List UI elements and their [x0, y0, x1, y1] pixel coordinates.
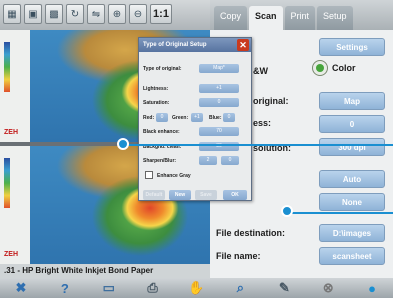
red-field[interactable]: 0	[156, 113, 168, 122]
color-scale	[4, 42, 10, 92]
color-label: Color	[332, 63, 356, 73]
enhance-gray-label: Enhance Gray	[157, 173, 191, 179]
enhance-gray-checkbox[interactable]	[145, 171, 153, 179]
logo-text: ZEH	[4, 129, 18, 136]
red-label: Red:	[143, 115, 155, 121]
new-button[interactable]: New	[169, 190, 191, 200]
touch-guide-line	[124, 144, 393, 146]
blue-field[interactable]: 0	[223, 113, 235, 122]
touch-point	[117, 138, 129, 150]
color-option[interactable]: Color	[312, 60, 356, 76]
green-field[interactable]: +1	[191, 113, 203, 122]
sharpen-blur-label: Sharpen/Blur:	[143, 158, 177, 164]
tab-setup[interactable]: Setup	[317, 6, 353, 30]
edit-icon[interactable]: ✎	[267, 279, 301, 297]
ess-value-button[interactable]: 0	[319, 115, 385, 133]
dialog-title-bar: Type of Original Setup ✕	[139, 38, 251, 52]
original-label: original:	[253, 96, 289, 106]
color-scale	[4, 158, 10, 208]
play-icon[interactable]: ●	[355, 279, 389, 297]
ess-label: ess:	[253, 118, 272, 128]
rotate-icon[interactable]: ↻	[66, 4, 84, 24]
touch-guide-line	[288, 212, 393, 214]
touch-point	[281, 205, 293, 217]
dialog-title: Type of Original Setup	[143, 42, 207, 48]
resolution-button[interactable]: 300 dpi	[319, 138, 385, 156]
save-button[interactable]: Save	[195, 190, 217, 200]
auto-button[interactable]: Auto	[319, 170, 385, 188]
type-field[interactable]: Map*	[199, 64, 239, 73]
none-button[interactable]: None	[319, 193, 385, 211]
file-destination-button[interactable]: D:\images	[319, 224, 385, 242]
print-icon[interactable]: ⎙	[136, 279, 170, 297]
fit-icon[interactable]: ▣	[24, 4, 42, 24]
cancel-icon[interactable]: ⊗	[311, 279, 345, 297]
default-button[interactable]: Default	[143, 190, 165, 200]
map-legend: ZEH	[0, 30, 30, 142]
map-legend: ZEH	[0, 146, 30, 264]
bottom-toolbar: ✖ ? ▭ ⎙ ✋ ⌕ ✎ ⊗ ●	[0, 278, 393, 298]
hand-icon[interactable]: ✋	[180, 279, 214, 297]
logo-text: ZEH	[4, 251, 18, 258]
type-label: Type of original:	[143, 66, 182, 72]
tab-copy[interactable]: Copy	[214, 6, 248, 30]
green-label: Green:	[172, 115, 189, 121]
zoom-out-icon[interactable]: ⊖	[129, 4, 147, 24]
image-icon[interactable]: ▩	[45, 4, 63, 24]
ok-button[interactable]: OK	[223, 190, 247, 200]
tab-scan[interactable]: Scan	[249, 6, 283, 30]
black-enhance-field[interactable]: 70	[199, 127, 239, 136]
saturation-label: Saturation:	[143, 100, 170, 106]
search-icon[interactable]: ⌕	[223, 279, 257, 297]
preview-toolbar: ▦ ▣ ▩ ↻ ⇋ ⊕ ⊖ 1:1	[0, 0, 210, 30]
mirror-icon[interactable]: ⇋	[87, 4, 105, 24]
blur-field[interactable]: 0	[221, 156, 239, 165]
folder-icon[interactable]: ▭	[92, 279, 126, 297]
file-name-label: File name:	[216, 251, 261, 261]
blue-label: Blue:	[209, 115, 222, 121]
zoom-in-icon[interactable]: ⊕	[108, 4, 126, 24]
zoom-1-1-button[interactable]: 1:1	[150, 4, 172, 24]
black-enhance-label: Black enhance:	[143, 129, 180, 135]
lightness-field[interactable]: +1	[199, 84, 239, 93]
sharpen-field[interactable]: 2	[199, 156, 217, 165]
view-icon[interactable]: ▦	[3, 4, 21, 24]
color-radio[interactable]	[312, 60, 328, 76]
bw-label: &W	[253, 66, 268, 76]
close-icon[interactable]: ✕	[237, 39, 249, 51]
file-name-button[interactable]: scansheet	[319, 247, 385, 265]
tab-print[interactable]: Print	[284, 6, 316, 30]
original-type-button[interactable]: Map	[319, 92, 385, 110]
saturation-field[interactable]: 0	[199, 98, 239, 107]
help-icon[interactable]: ?	[48, 279, 82, 297]
lightness-label: Lightness:	[143, 86, 169, 92]
close-icon[interactable]: ✖	[4, 279, 38, 297]
type-of-original-dialog: Type of Original Setup ✕ Type of origina…	[138, 37, 252, 201]
paper-type-label: .31 - HP Bright White Inkjet Bond Paper	[0, 264, 210, 278]
settings-button[interactable]: Settings	[319, 38, 385, 56]
file-destination-label: File destination:	[216, 228, 286, 238]
main-tabs: Copy Scan Print Setup	[210, 0, 393, 30]
